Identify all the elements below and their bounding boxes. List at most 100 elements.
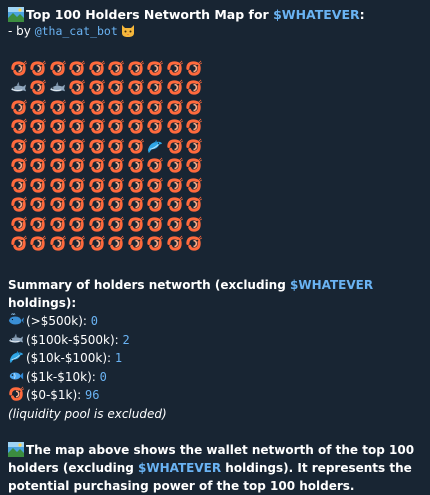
shrimp-icon xyxy=(9,137,27,155)
shrimp-icon xyxy=(9,98,27,116)
shrimp-icon xyxy=(146,79,164,97)
shrimp-icon xyxy=(68,118,86,136)
shrimp-icon xyxy=(185,215,203,233)
shrimp-icon xyxy=(48,176,66,194)
shrimp-icon xyxy=(48,137,66,155)
shrimp-icon xyxy=(68,235,86,253)
shrimp-icon xyxy=(48,59,66,77)
shrimp-icon xyxy=(126,157,144,175)
footer-text: The map above shows the wallet networth … xyxy=(8,441,422,495)
shrimp-icon xyxy=(9,176,27,194)
tier-count: 0 xyxy=(99,369,107,384)
shrimp-icon xyxy=(185,157,203,175)
shrimp-icon xyxy=(165,98,183,116)
shrimp-icon xyxy=(185,118,203,136)
shrimp-icon xyxy=(107,215,125,233)
shrimp-icon xyxy=(185,137,203,155)
tier-count: 1 xyxy=(114,351,123,365)
cat-face-icon xyxy=(120,23,136,38)
shrimp-icon xyxy=(68,98,86,116)
author-mention[interactable]: @tha_cat_bot xyxy=(35,24,118,38)
shrimp-icon xyxy=(48,98,66,116)
tier-row: ($1k-$10k): 0 xyxy=(8,368,422,387)
summary-heading-prefix: Summary of holders networth (excluding xyxy=(8,278,290,292)
shrimp-icon xyxy=(29,196,47,214)
map-icon xyxy=(8,441,24,457)
shrimp-icon xyxy=(48,196,66,214)
shrimp-icon xyxy=(48,118,66,136)
shrimp-icon xyxy=(29,79,47,97)
shrimp-icon xyxy=(107,118,125,136)
shrimp-icon xyxy=(165,176,183,194)
shrimp-icon xyxy=(126,98,144,116)
tier-count: 96 xyxy=(85,388,100,402)
footer-token-link[interactable]: $WHATEVER xyxy=(138,461,221,475)
shark-icon xyxy=(48,79,66,97)
tier-label: ($100k-$500k): xyxy=(26,332,123,347)
shrimp-icon xyxy=(107,235,125,253)
byline-prefix: - by xyxy=(8,24,35,38)
shrimp-icon xyxy=(87,176,105,194)
shrimp-icon xyxy=(87,215,105,233)
dolphin-icon xyxy=(146,137,164,155)
shrimp-icon xyxy=(165,137,183,155)
shrimp-icon xyxy=(9,235,27,253)
shrimp-icon xyxy=(8,386,25,401)
liquidity-note: (liquidity pool is excluded) xyxy=(8,406,167,421)
shrimp-icon xyxy=(146,157,164,175)
shrimp-icon xyxy=(9,157,27,175)
shrimp-icon xyxy=(165,157,183,175)
tier-count: 0 xyxy=(90,314,98,328)
shrimp-icon xyxy=(107,176,125,194)
shrimp-icon xyxy=(146,235,164,253)
shrimp-icon xyxy=(126,137,144,155)
shrimp-icon xyxy=(185,98,203,116)
shrimp-icon xyxy=(29,118,47,136)
shrimp-icon xyxy=(146,196,164,214)
shrimp-icon xyxy=(9,118,27,136)
shrimp-icon xyxy=(48,157,66,175)
shrimp-icon xyxy=(185,176,203,194)
shrimp-icon xyxy=(126,235,144,253)
summary-token-link[interactable]: $WHATEVER xyxy=(290,278,373,292)
shrimp-icon xyxy=(68,157,86,175)
shrimp-icon xyxy=(9,59,27,77)
shrimp-icon xyxy=(165,79,183,97)
shrimp-icon xyxy=(126,118,144,136)
shrimp-icon xyxy=(165,59,183,77)
shrimp-icon xyxy=(29,59,47,77)
shrimp-icon xyxy=(165,215,183,233)
tier-row: (>$500k): 0 xyxy=(8,312,422,331)
shrimp-icon xyxy=(87,118,105,136)
tier-count: 2 xyxy=(122,332,130,347)
shrimp-icon xyxy=(87,59,105,77)
holders-networth-grid xyxy=(9,59,422,254)
tier-row: ($10k-$100k): 1 xyxy=(8,349,422,368)
shrimp-icon xyxy=(165,196,183,214)
shark-icon xyxy=(9,79,27,97)
summary-heading: Summary of holders networth (excluding $… xyxy=(8,276,422,312)
shrimp-icon xyxy=(68,176,86,194)
shrimp-icon xyxy=(185,196,203,214)
shrimp-icon xyxy=(185,59,203,77)
shrimp-icon xyxy=(146,98,164,116)
shrimp-icon xyxy=(9,196,27,214)
shrimp-icon xyxy=(68,59,86,77)
title-token-link[interactable]: $WHATEVER xyxy=(273,7,360,22)
shrimp-icon xyxy=(9,215,27,233)
tier-label: ($0-$1k): xyxy=(26,388,86,402)
shrimp-icon xyxy=(29,215,47,233)
dolphin-icon xyxy=(8,349,24,364)
tier-row: ($100k-$500k): 2 xyxy=(8,331,422,350)
shrimp-icon xyxy=(87,196,105,214)
shrimp-icon xyxy=(107,196,125,214)
shrimp-icon xyxy=(29,157,47,175)
shrimp-icon xyxy=(87,235,105,253)
message-bubble: Top 100 Holders Networth Map for $WHATEV… xyxy=(0,0,430,493)
shrimp-icon xyxy=(87,98,105,116)
title-prefix: Top 100 Holders Networth Map for xyxy=(26,7,274,22)
map-icon xyxy=(8,7,24,22)
byline: - by @tha_cat_bot xyxy=(8,23,422,40)
shrimp-icon xyxy=(185,79,203,97)
shrimp-icon xyxy=(87,137,105,155)
